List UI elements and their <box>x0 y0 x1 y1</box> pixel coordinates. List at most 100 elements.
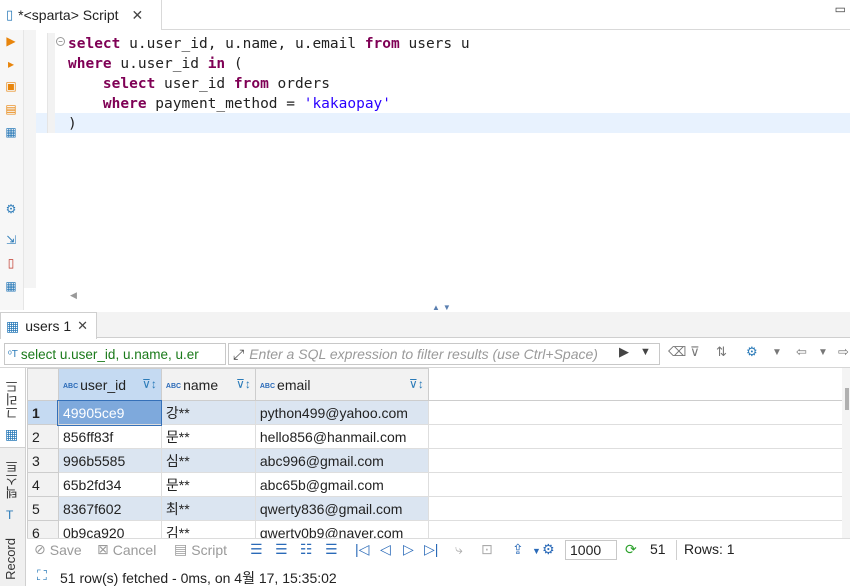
fold-collapse-icon[interactable]: − <box>56 37 65 46</box>
panels-icon[interactable]: ⚙ <box>746 344 758 360</box>
column-header-name[interactable]: ABC name ⊽↕ <box>160 368 256 401</box>
close-icon[interactable]: ✕ <box>77 318 88 334</box>
editor-tab-script[interactable]: ▯ *<sparta> Script ✕ <box>0 0 162 30</box>
execute-script-icon[interactable]: ▣ <box>4 79 18 93</box>
close-icon[interactable]: ✕ <box>132 7 144 24</box>
save-button[interactable]: ⊘ Save <box>34 541 82 558</box>
copy-row-icon[interactable]: ☷ <box>300 541 313 558</box>
first-page-icon[interactable]: |◁ <box>355 541 369 558</box>
cell-email[interactable]: abc65b@gmail.com <box>254 472 429 497</box>
code-line[interactable]: select user_id from orders <box>68 74 330 94</box>
cell-name[interactable]: 문** <box>160 424 256 449</box>
save-script-icon[interactable]: ▦ <box>4 279 18 293</box>
fetch-next-icon[interactable]: ⤷ <box>455 541 463 558</box>
code-line[interactable]: select u.user_id, u.name, u.email from u… <box>68 34 470 54</box>
filter-sort-icon[interactable]: ⊽↕ <box>236 377 251 391</box>
order-icon[interactable]: ⇅ <box>716 344 727 360</box>
settings-gear-icon[interactable]: ⚙ <box>4 202 18 216</box>
editor-horizontal-scrollbar[interactable] <box>64 288 850 304</box>
row-number[interactable]: 4 <box>27 472 59 497</box>
query-text-field[interactable]: ᵒT select u.user_id, u.name, u.er <box>4 343 226 365</box>
fetch-size-input[interactable]: 1000 <box>565 540 617 560</box>
script-button[interactable]: ▤ Script <box>174 541 227 558</box>
filter-expression-input[interactable]: ⤢ Enter a SQL expression to filter resul… <box>228 343 660 365</box>
last-page-icon[interactable]: ▷| <box>424 541 438 558</box>
filter-sort-icon[interactable]: ⊽↕ <box>409 377 424 391</box>
previous-icon[interactable]: ◁ <box>380 541 391 558</box>
table-row[interactable]: 3 996b5585 심** abc996@gmail.com <box>27 448 842 473</box>
row-number[interactable]: 6 <box>27 520 59 538</box>
execute-in-new-tab-icon[interactable]: ▸ <box>4 57 18 71</box>
scrollbar-thumb[interactable] <box>845 388 849 410</box>
minimize-icon[interactable]: ▭ <box>835 2 846 16</box>
cell-user-id[interactable]: 8367f602 <box>57 496 162 521</box>
filter-settings-icon[interactable]: ⊽ <box>690 344 700 360</box>
empty-cell <box>427 448 842 473</box>
table-row[interactable]: 6 0b9ca920 김** qwerty0b9@naver.com <box>27 520 842 538</box>
load-script-icon[interactable]: ▯ <box>4 256 18 270</box>
cell-user-id[interactable]: 996b5585 <box>57 448 162 473</box>
cell-name[interactable]: 강** <box>160 400 256 425</box>
cancel-icon: ⊠ <box>97 541 109 557</box>
refresh-icon[interactable]: ⟳ <box>625 541 637 558</box>
cell-name[interactable]: 최** <box>160 496 256 521</box>
code-line[interactable]: where u.user_id in ( <box>68 54 243 74</box>
scroll-left-icon[interactable]: ◀ <box>70 290 77 301</box>
forward-icon[interactable]: ⇨ <box>838 344 849 360</box>
panels-dropdown-icon[interactable]: ▼ <box>772 347 782 358</box>
filter-sort-icon[interactable]: ⊽↕ <box>142 377 157 391</box>
cell-user-id[interactable]: 856ff83f <box>57 424 162 449</box>
cell-user-id[interactable]: 0b9ca920 <box>57 520 162 538</box>
row-number[interactable]: 3 <box>27 448 59 473</box>
add-row-icon[interactable]: ☰ <box>275 541 288 558</box>
cell-email[interactable]: hello856@hanmail.com <box>254 424 429 449</box>
table-row[interactable]: 1 49905ce9 강** python499@yahoo.com <box>27 399 842 426</box>
next-icon[interactable]: ▷ <box>403 541 414 558</box>
cell-name[interactable]: 김** <box>160 520 256 538</box>
row-number[interactable]: 5 <box>27 496 59 521</box>
row-number[interactable]: 2 <box>27 424 59 449</box>
apply-filter-icon[interactable]: ▶ <box>619 344 629 360</box>
back-icon[interactable]: ⇦ <box>796 344 807 360</box>
row-number[interactable]: 1 <box>27 400 59 425</box>
empty-cell <box>427 400 842 425</box>
grid-view-tab[interactable]: 그리드 <box>3 380 22 419</box>
cell-email[interactable]: python499@yahoo.com <box>254 400 429 425</box>
code-line[interactable]: where payment_method = 'kakaopay' <box>68 94 391 114</box>
edit-cell-icon[interactable]: ☰ <box>250 541 263 558</box>
export-icon[interactable]: ⇲ <box>4 233 18 247</box>
panel-splitter[interactable]: ▲▼ <box>432 303 454 312</box>
column-header-user-id[interactable]: ABC user_id ⊽↕ <box>57 368 162 401</box>
fetch-settings-icon[interactable]: ⚙ <box>542 541 555 558</box>
history-dropdown-icon[interactable]: ▼ <box>818 347 828 358</box>
results-grid[interactable]: ABC user_id ⊽↕ ABC name ⊽↕ ABC email ⊽↕ 1 49… <box>27 368 842 538</box>
table-row[interactable]: 2 856ff83f 문** hello856@hanmail.com <box>27 424 842 449</box>
cell-email[interactable]: abc996@gmail.com <box>254 448 429 473</box>
explain-plan-icon[interactable]: ▦ <box>4 125 18 139</box>
export-data-icon[interactable]: ⇪ <box>512 541 524 558</box>
result-tab-users[interactable]: ▦ users 1 ✕ <box>0 312 97 339</box>
table-row[interactable]: 4 65b2fd34 문** abc65b@gmail.com <box>27 472 842 497</box>
cell-user-id[interactable]: 65b2fd34 <box>57 472 162 497</box>
column-header-email[interactable]: ABC email ⊽↕ <box>254 368 429 401</box>
table-row[interactable]: 5 8367f602 최** qwerty836@gmail.com <box>27 496 842 521</box>
cell-name[interactable]: 심** <box>160 448 256 473</box>
sql-keyword: select <box>102 76 156 92</box>
code-line[interactable]: ) <box>68 114 77 134</box>
cancel-button[interactable]: ⊠ Cancel <box>97 541 156 558</box>
execute-statement-icon[interactable]: ▶ <box>4 34 18 48</box>
export-dropdown-icon[interactable]: ▼ <box>532 546 541 556</box>
expand-icon[interactable]: ⤢ <box>233 346 244 363</box>
filter-history-dropdown-icon[interactable]: ▼ <box>640 346 651 358</box>
table-icon: ▦ <box>6 317 20 334</box>
execute-script-new-tabs-icon[interactable]: ▤ <box>4 102 18 116</box>
record-view-tab[interactable]: Record <box>3 538 18 580</box>
delete-row-icon[interactable]: ☰ <box>325 541 338 558</box>
cell-email[interactable]: qwerty836@gmail.com <box>254 496 429 521</box>
cell-name[interactable]: 문** <box>160 472 256 497</box>
eraser-icon[interactable]: ⌫ <box>668 344 686 360</box>
text-view-tab[interactable]: 텍스트 <box>3 460 22 499</box>
cell-user-id[interactable]: 49905ce9 <box>57 399 163 426</box>
cell-email[interactable]: qwerty0b9@naver.com <box>254 520 429 538</box>
fetch-all-icon[interactable]: ⊡ <box>481 541 493 558</box>
